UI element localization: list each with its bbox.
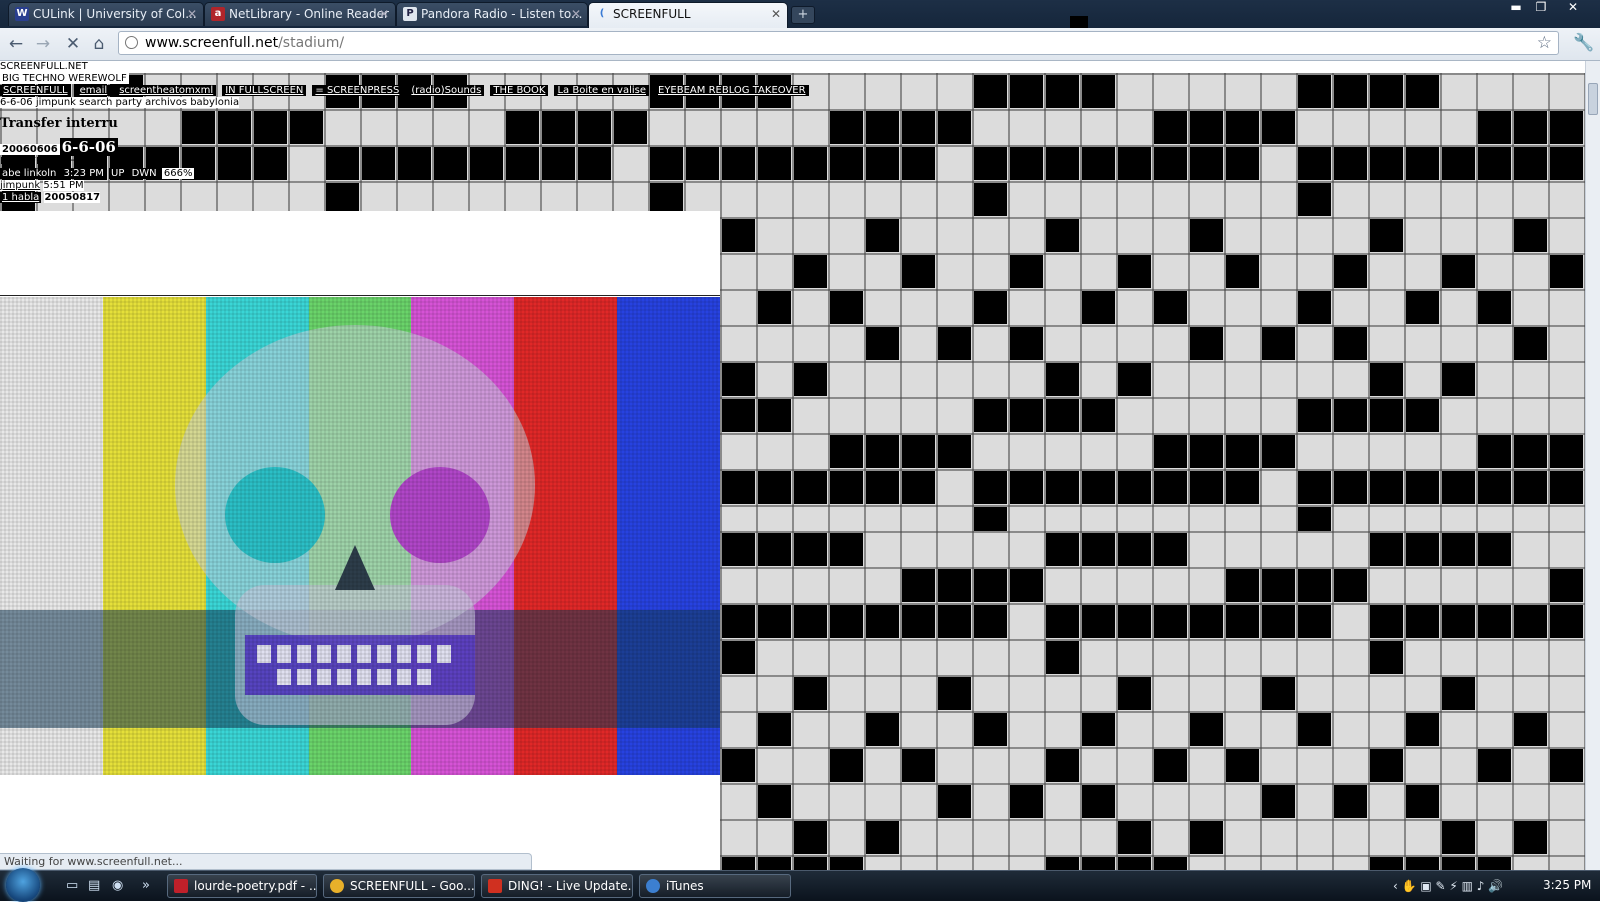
task-pdf[interactable]: lourde-poetry.pdf - ...	[167, 874, 317, 898]
system-tray[interactable]: ‹ ✋ ▣ ✎ ⚡ ▥ ♪ 🔊	[1393, 879, 1503, 893]
pandora-favicon-icon: P	[403, 7, 417, 21]
url-path: /stadium/	[278, 35, 345, 51]
ding-icon	[488, 879, 502, 893]
minimize-icon[interactable]: ▬	[1505, 0, 1527, 16]
meta-time: 3:23 PM	[61, 168, 106, 179]
status-bubble: Waiting for www.screenfull.net...	[0, 853, 532, 870]
culink-favicon-icon: W	[15, 7, 29, 21]
menu-link-email[interactable]: email	[76, 85, 111, 96]
links-line[interactable]: 6-6-06 jimpunk search party archivos bab…	[0, 97, 840, 109]
meta-percent: 666%	[161, 168, 195, 179]
netlibrary-favicon-icon: a	[211, 7, 225, 21]
tab-bar: W CULink | University of Col... ✕ a NetL…	[0, 0, 1600, 28]
post-header: 20060606 6-6-06	[0, 138, 118, 156]
clock[interactable]: 3:25 PM	[1543, 878, 1591, 892]
header-overlay: SCREENFULL.NET BIG TECHNO WEREWOLF SCREE…	[0, 61, 840, 204]
scrollbar-thumb[interactable]	[1588, 83, 1598, 115]
menu-link-eyebeam[interactable]: EYEBEAM REBLOG TAKEOVER	[655, 85, 809, 96]
comments-line: 1 habla 20050817	[0, 192, 101, 203]
transfer-heading: Transfer interru	[0, 116, 118, 131]
menu-link-boite[interactable]: La Boite en valise	[554, 85, 649, 96]
meta-user[interactable]: abe linkoln	[0, 168, 59, 179]
meta-dwn[interactable]: DWN	[129, 168, 159, 179]
tab-label: CULink | University of Col...	[33, 7, 197, 21]
browser-toolbar: ← → ✕ ⌂ www.screenfull.net/stadium/ ☆ 🔧	[0, 28, 1600, 61]
tab-culink[interactable]: W CULink | University of Col... ✕	[8, 2, 204, 26]
tab-label: Pandora Radio - Listen to...	[421, 7, 583, 21]
menu-link-sounds[interactable]: (radio)Sounds	[408, 85, 485, 96]
menu-link-fullscreen[interactable]: IN FULLSCREEN	[222, 85, 307, 96]
page-scrollbar[interactable]	[1585, 61, 1600, 870]
chrome-icon[interactable]: ◉	[112, 878, 128, 894]
address-bar[interactable]: www.screenfull.net/stadium/ ☆	[118, 31, 1559, 55]
comments-link[interactable]: 1 habla	[0, 192, 42, 203]
restore-icon[interactable]: ❐	[1530, 0, 1552, 16]
post-meta: abe linkoln 3:23 PM UP DWN 666%	[0, 168, 840, 180]
page-info-icon	[125, 36, 138, 49]
skull-tv-image	[0, 297, 720, 775]
url-text[interactable]: www.screenfull.net/stadium/	[145, 35, 344, 51]
divider	[0, 295, 720, 296]
start-button-icon[interactable]	[6, 868, 40, 902]
close-icon[interactable]: ✕	[379, 3, 389, 25]
menu-link-screenfull[interactable]: SCREENFULL	[0, 85, 71, 96]
window-close-icon[interactable]: ✕	[1562, 0, 1584, 16]
chrome-icon	[330, 879, 344, 893]
tab-label: NetLibrary - Online Reader	[229, 7, 389, 21]
task-ding[interactable]: DING! - Live Update...	[481, 874, 633, 898]
site-subtitle: BIG TECHNO WEREWOLF	[0, 73, 129, 84]
desktop-icon[interactable]: ▭	[66, 878, 82, 894]
itunes-icon	[646, 879, 660, 893]
tab-netlibrary[interactable]: a NetLibrary - Online Reader ✕	[204, 2, 396, 26]
site-title: SCREENFULL.NET	[0, 61, 88, 72]
tab-label: SCREENFULL	[613, 7, 691, 21]
tab-pandora[interactable]: P Pandora Radio - Listen to... ✕	[396, 2, 588, 26]
task-screenfull[interactable]: SCREENFULL - Goo...	[323, 874, 475, 898]
forward-arrow-icon[interactable]: →	[32, 33, 54, 55]
tab-screenfull[interactable]: ( SCREENFULL ✕	[588, 2, 788, 28]
url-host: www.screenfull.net	[145, 35, 279, 51]
close-icon[interactable]: ✕	[771, 3, 781, 25]
web-page: SCREENFULL.NET BIG TECHNO WEREWOLF SCREE…	[0, 61, 1585, 870]
menu-link-book[interactable]: THE BOOK	[490, 85, 549, 96]
menu-link-screenpress[interactable]: = SCREENPRESS	[312, 85, 403, 96]
home-icon[interactable]: ⌂	[88, 33, 110, 55]
close-icon[interactable]: ✕	[571, 3, 581, 25]
menu-link-atom[interactable]: screentheatomxml	[116, 85, 217, 96]
new-tab-button[interactable]: +	[791, 6, 815, 24]
close-icon[interactable]: ✕	[187, 3, 197, 25]
wrench-menu-icon[interactable]: 🔧	[1573, 33, 1594, 53]
overflow-chevron-icon[interactable]: »	[142, 878, 158, 894]
explorer-icon[interactable]: ▤	[88, 878, 104, 894]
post-title[interactable]: 6-6-06	[59, 138, 118, 156]
bookmark-star-icon[interactable]: ☆	[1537, 33, 1552, 53]
back-arrow-icon[interactable]: ←	[5, 33, 27, 55]
tile-wall-segment	[720, 531, 1585, 870]
author-line: jimpunk 5:51 PM	[0, 180, 84, 191]
pdf-icon	[174, 879, 188, 893]
stop-reload-icon[interactable]: ✕	[62, 33, 84, 55]
task-itunes[interactable]: iTunes	[639, 874, 791, 898]
back-text: BACK FROM THE DE	[0, 156, 100, 167]
nav-menu: SCREENFULL email screentheatomxml IN FULLSC…	[0, 85, 840, 97]
loading-spinner-icon: (	[599, 8, 605, 19]
windows-taskbar: ▭ ▤ ◉ » lourde-poetry.pdf - ... SCREENFU…	[0, 868, 1600, 902]
meta-up[interactable]: UP	[109, 168, 127, 179]
